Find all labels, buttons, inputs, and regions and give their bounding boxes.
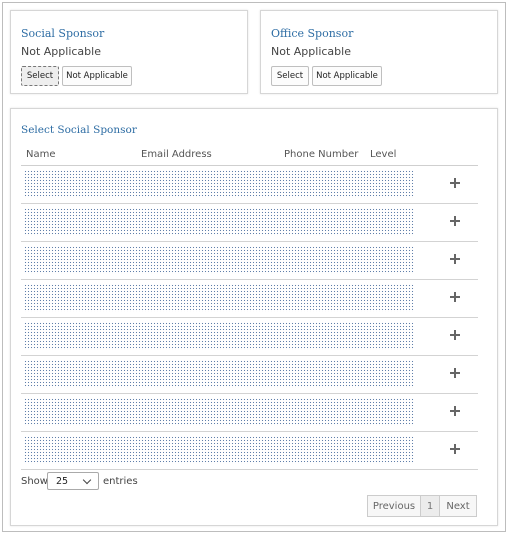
plus-icon[interactable] <box>448 404 462 418</box>
social-sponsor-select-button[interactable]: Select <box>21 66 59 86</box>
page-size-select[interactable]: 25 <box>47 472 99 490</box>
plus-icon[interactable] <box>448 328 462 342</box>
redacted-row-content <box>24 436 414 464</box>
column-header-email[interactable]: Email Address <box>141 149 212 160</box>
table-row <box>21 280 478 318</box>
redacted-row-content <box>24 284 414 312</box>
table-row <box>21 204 478 242</box>
table-row <box>21 242 478 280</box>
plus-icon[interactable] <box>448 214 462 228</box>
plus-icon[interactable] <box>448 366 462 380</box>
table-row <box>21 166 478 204</box>
office-sponsor-panel: Office Sponsor Not Applicable Select Not… <box>260 10 498 94</box>
column-header-phone[interactable]: Phone Number <box>284 149 358 160</box>
plus-icon[interactable] <box>448 252 462 266</box>
social-sponsor-title: Social Sponsor <box>21 27 105 40</box>
page-frame: Social Sponsor Not Applicable Select Not… <box>2 2 506 532</box>
show-label: Show <box>21 476 48 487</box>
next-page-button[interactable]: Next <box>439 495 477 517</box>
redacted-row-content <box>24 360 414 388</box>
redacted-row-content <box>24 246 414 274</box>
select-social-sponsor-title: Select Social Sponsor <box>21 124 137 136</box>
office-sponsor-title: Office Sponsor <box>271 27 354 40</box>
page-size-value: 25 <box>56 476 69 487</box>
redacted-row-content <box>24 322 414 350</box>
select-social-sponsor-panel: Select Social Sponsor Name Email Address… <box>10 108 498 526</box>
column-header-level[interactable]: Level <box>370 149 396 160</box>
social-sponsor-value: Not Applicable <box>21 45 101 58</box>
page-1-button[interactable]: 1 <box>420 495 440 517</box>
redacted-row-content <box>24 208 414 236</box>
office-sponsor-value: Not Applicable <box>271 45 351 58</box>
social-sponsor-not-applicable-button[interactable]: Not Applicable <box>62 66 132 86</box>
column-header-name[interactable]: Name <box>26 149 56 160</box>
redacted-row-content <box>24 170 414 198</box>
table-row <box>21 318 478 356</box>
redacted-row-content <box>24 398 414 426</box>
previous-page-button[interactable]: Previous <box>367 495 421 517</box>
office-sponsor-select-button[interactable]: Select <box>271 66 309 86</box>
social-sponsor-panel: Social Sponsor Not Applicable Select Not… <box>10 10 248 94</box>
table-row <box>21 394 478 432</box>
chevron-down-icon <box>82 475 92 485</box>
office-sponsor-not-applicable-button[interactable]: Not Applicable <box>312 66 382 86</box>
entries-label: entries <box>103 476 138 487</box>
table-row <box>21 356 478 394</box>
pagination: Previous 1 Next <box>367 495 477 517</box>
plus-icon[interactable] <box>448 442 462 456</box>
table-row <box>21 432 478 470</box>
plus-icon[interactable] <box>448 176 462 190</box>
plus-icon[interactable] <box>448 290 462 304</box>
